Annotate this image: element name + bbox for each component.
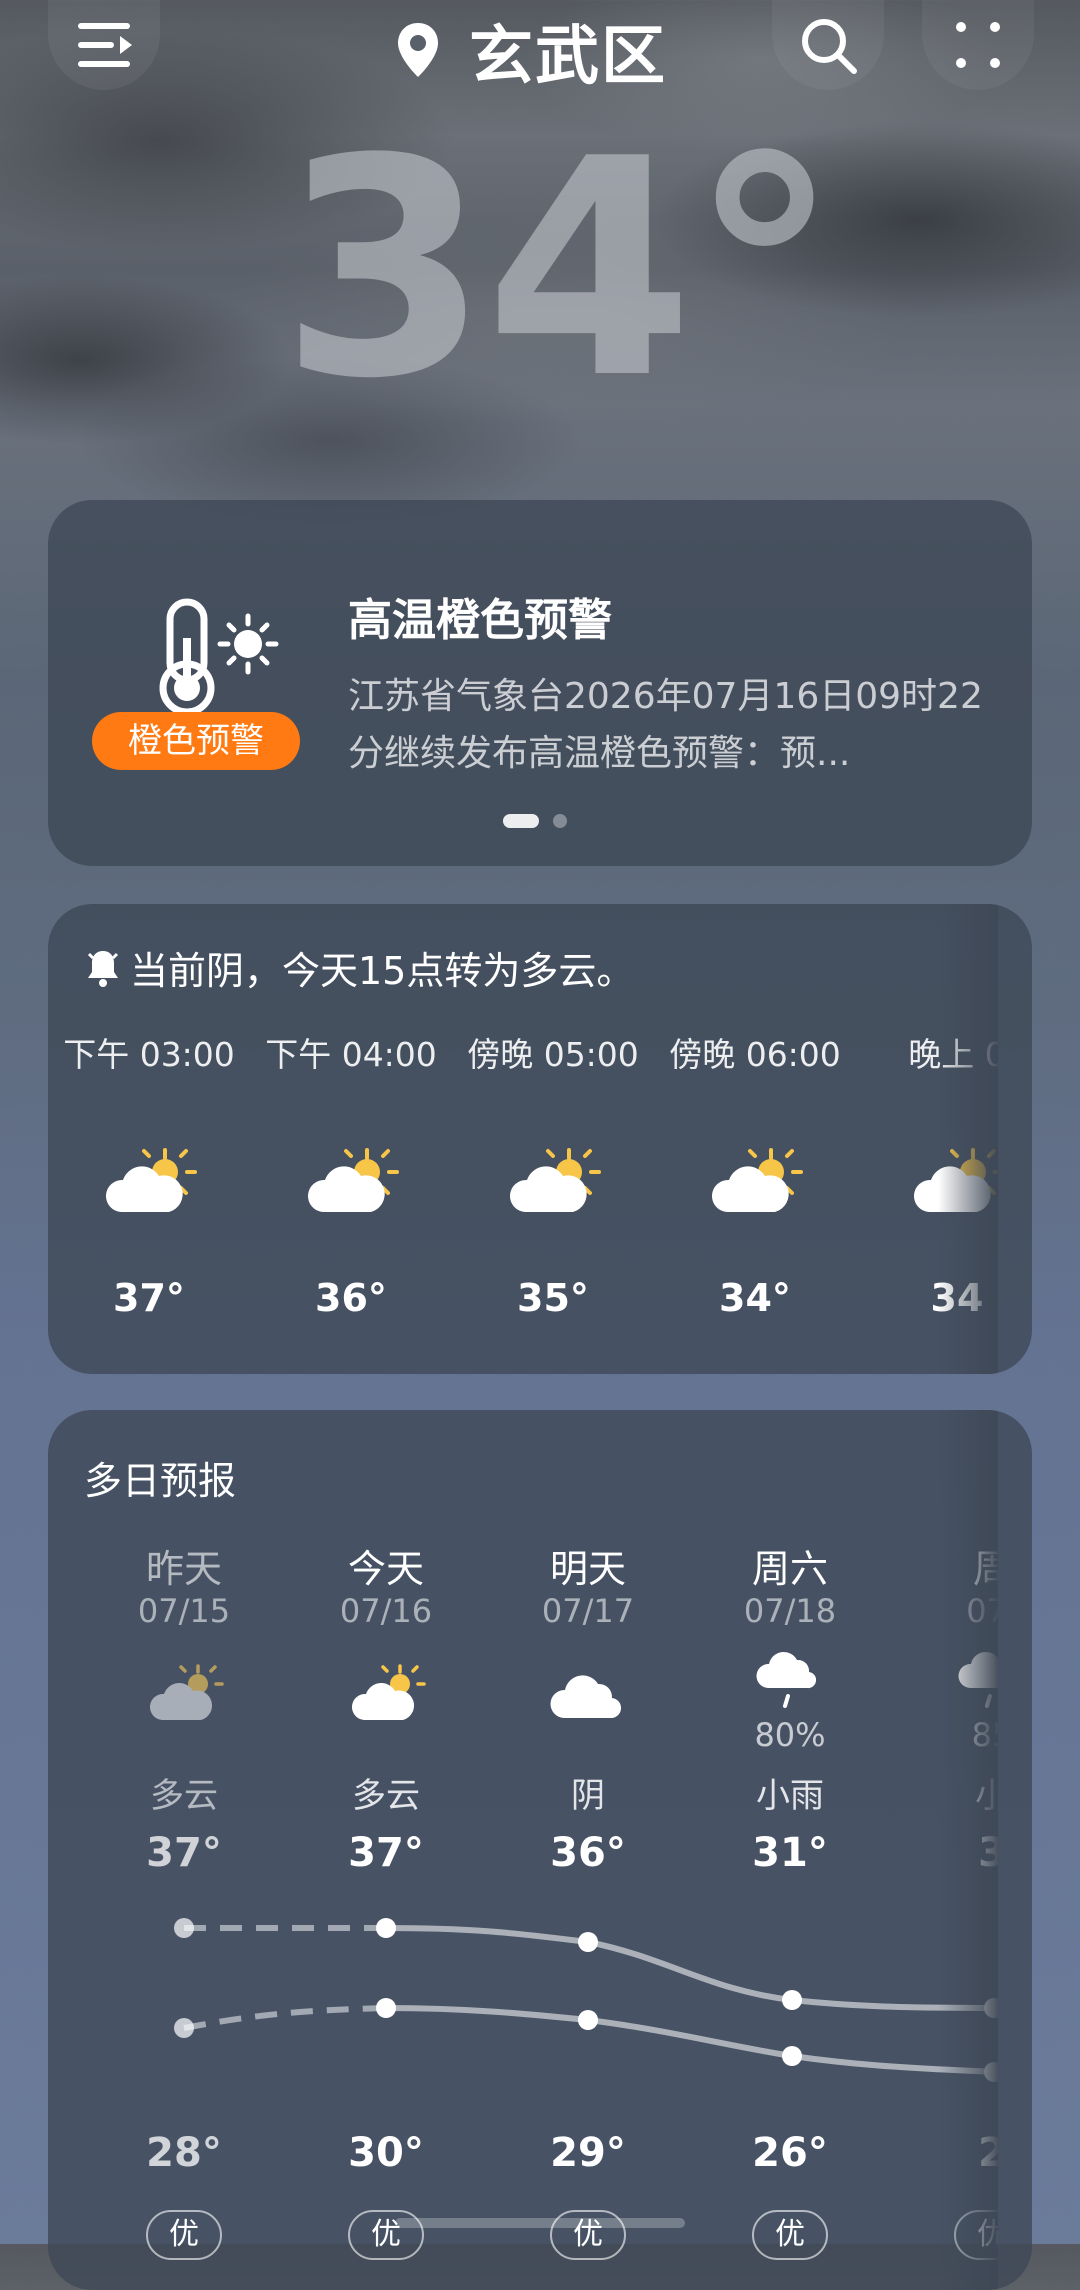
hourly-scroll[interactable]: 下午 03:00 37° 下午 04:00 36° 傍晚 05:00 35° 傍… [48,904,998,1374]
hourly-time: 晚上 0 [908,1035,998,1074]
daily-item[interactable]: 昨天 07/15 多云 37° 28° 优 [82,1410,286,2290]
weather-alert-card[interactable]: 橙色预警 高温橙色预警 江苏省气象台2026年07月16日09时22分继续发布高… [48,500,1032,866]
hourly-temp: 36° [315,1276,387,1320]
aqi-badge: 优 [954,2210,998,2260]
hourly-time: 下午 03:00 [63,1035,235,1074]
daily-condition: 小雨 [756,1776,824,1816]
hourly-temp: 37° [113,1276,185,1320]
daily-day: 明天 [549,1547,626,1591]
location-pin-icon [398,23,438,77]
daily-high: 37° [348,1830,424,1876]
daily-date: 07/15 [137,1592,231,1630]
pager-dot [553,814,567,828]
partly-cloudy-icon [149,1664,224,1720]
daily-day: 周六 [751,1547,828,1591]
light-rain-icon [958,1651,998,1708]
daily-low: 26° [752,2130,828,2176]
partly-cloudy-icon [105,1148,197,1212]
daily-low: 28° [146,2130,222,2176]
partly-cloudy-icon [307,1148,399,1212]
hourly-time: 下午 04:00 [265,1035,437,1074]
daily-forecast-card[interactable]: 多日预报 昨天 07/15 多云 37° 28° 优 今天 07/16 多云 3… [48,1410,1032,2290]
partly-cloudy-icon [711,1148,803,1212]
daily-condition: 小 [975,1776,998,1816]
daily-date: 07/ [966,1592,998,1630]
alert-title: 高温橙色预警 [348,595,612,646]
menu-icon [78,23,132,67]
daily-high: 36° [550,1830,626,1876]
daily-condition: 多云 [352,1776,420,1816]
daily-condition: 阴 [571,1776,605,1816]
more-button[interactable] [922,0,1034,90]
search-button[interactable] [772,0,884,90]
daily-item[interactable]: 今天 07/16 多云 37° 30° 优 [284,1410,488,2290]
partly-cloudy-icon [913,1148,998,1212]
top-bar: 玄武区 [0,0,1080,94]
partly-cloudy-icon [509,1148,601,1212]
hourly-forecast-card[interactable]: 当前阴，今天15点转为多云。 下午 03:00 37° 下午 04:00 36°… [48,904,1032,1374]
pager-dot-active [503,814,539,828]
daily-high: 37° [146,1830,222,1876]
daily-precip: 80% [754,1716,826,1754]
hourly-time: 傍晚 06:00 [669,1035,841,1074]
daily-date: 07/16 [339,1592,433,1630]
daily-day: 今天 [347,1547,424,1591]
daily-low: 2 [978,2130,998,2176]
hourly-temp: 35° [517,1276,589,1320]
daily-precip: 85 [971,1716,998,1754]
daily-date: 07/18 [743,1592,837,1630]
daily-high: 31° [752,1830,828,1876]
daily-item[interactable]: 周 07/ 85 小 3 2 优 [890,1410,998,2290]
more-icon [956,22,1000,68]
aqi-badge: 优 [752,2210,828,2260]
alert-level-badge: 橙色预警 [92,712,300,770]
daily-condition: 多云 [150,1776,218,1816]
light-rain-icon [756,1651,817,1708]
partly-cloudy-icon [351,1664,426,1720]
menu-button[interactable] [48,0,160,90]
daily-low: 29° [550,2130,626,2176]
current-temperature: 34° [280,95,839,444]
location-name: 玄武区 [469,20,667,94]
daily-day: 昨天 [145,1547,222,1591]
home-indicator[interactable] [395,2218,685,2228]
hourly-temp: 34 [930,1276,984,1320]
alert-description: 江苏省气象台2026年07月16日09时22分继续发布高温橙色预警：预... [348,676,983,774]
overcast-icon [550,1675,622,1719]
location-title[interactable]: 玄武区 [395,6,667,96]
daily-scroll[interactable]: 昨天 07/15 多云 37° 28° 优 今天 07/16 多云 37° 30… [48,1410,998,2290]
daily-date: 07/17 [541,1592,635,1630]
hourly-temp: 34° [719,1276,791,1320]
hourly-time: 傍晚 05:00 [467,1035,639,1074]
aqi-badge: 优 [146,2210,222,2260]
daily-high: 3 [978,1830,998,1876]
daily-item[interactable]: 周六 07/18 80% 小雨 31° 26° 优 [688,1410,892,2290]
daily-day: 周 [972,1547,998,1591]
search-icon [802,19,857,74]
daily-low: 30° [348,2130,424,2176]
daily-item[interactable]: 明天 07/17 阴 36° 29° 优 [486,1410,690,2290]
alert-pager [503,814,567,828]
